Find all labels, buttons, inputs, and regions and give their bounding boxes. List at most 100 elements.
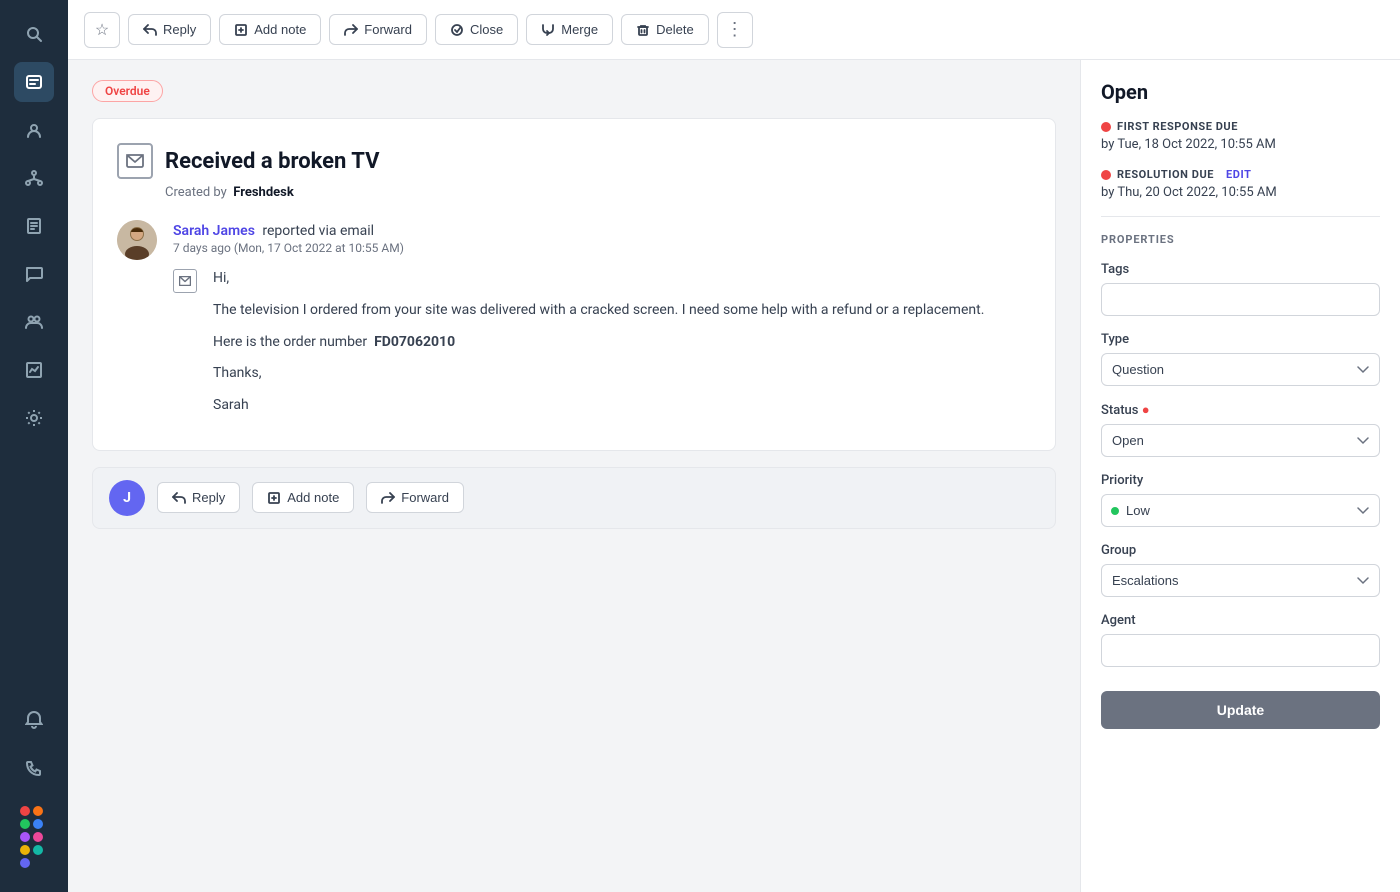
ticket-area: Overdue Received a broken TV Created by … bbox=[68, 60, 1400, 892]
star-button[interactable]: ☆ bbox=[84, 12, 120, 48]
avatar-svg bbox=[117, 220, 157, 260]
forward-button[interactable]: Forward bbox=[329, 14, 427, 45]
reply-bar-add-note-icon bbox=[267, 491, 281, 505]
merge-icon bbox=[541, 23, 555, 37]
message-meta: Sarah James reported via email 7 days ag… bbox=[173, 220, 984, 255]
message-meta-body: Sarah James reported via email 7 days ag… bbox=[173, 220, 984, 426]
group-label: Group bbox=[1101, 543, 1380, 558]
message-body-text: The television I ordered from your site … bbox=[213, 299, 984, 323]
reply-bar-forward-icon bbox=[381, 491, 395, 505]
sidebar-icon-contacts[interactable] bbox=[14, 110, 54, 150]
reply-bar-reply-icon bbox=[172, 491, 186, 505]
created-by-prefix: Created by bbox=[165, 185, 227, 200]
sidebar-icon-reports[interactable] bbox=[14, 350, 54, 390]
message-body: Hi, The television I ordered from your s… bbox=[213, 267, 984, 426]
resolution-edit-link[interactable]: Edit bbox=[1226, 168, 1251, 181]
more-options-button[interactable]: ⋮ bbox=[717, 12, 753, 48]
reply-bar-forward-label: Forward bbox=[401, 490, 449, 505]
message-sign1: Thanks, bbox=[213, 362, 984, 386]
delete-label: Delete bbox=[656, 22, 694, 37]
reply-bar-add-note-label: Add note bbox=[287, 490, 339, 505]
tags-label: Tags bbox=[1101, 262, 1380, 277]
app-switcher-dots[interactable] bbox=[20, 806, 48, 868]
ticket-title: Received a broken TV bbox=[165, 149, 379, 174]
first-response-value: by Tue, 18 Oct 2022, 10:55 AM bbox=[1101, 137, 1380, 152]
sidebar-icon-teams[interactable] bbox=[14, 302, 54, 342]
overdue-badge: Overdue bbox=[92, 80, 163, 102]
created-by: Created by Freshdesk bbox=[165, 185, 1031, 200]
sidebar-icon-org[interactable] bbox=[14, 158, 54, 198]
reply-bar-reply-label: Reply bbox=[192, 490, 225, 505]
reply-bar-forward-button[interactable]: Forward bbox=[366, 482, 464, 513]
more-icon: ⋮ bbox=[726, 19, 744, 40]
main-content: ☆ Reply Add note Forward Close bbox=[68, 0, 1400, 892]
group-field: Group Escalations Support Sales Engineer… bbox=[1101, 543, 1380, 597]
reply-bar-add-note-button[interactable]: Add note bbox=[252, 482, 354, 513]
agent-input[interactable] bbox=[1101, 634, 1380, 667]
priority-label: Priority bbox=[1101, 473, 1380, 488]
message-content-row: Hi, The television I ordered from your s… bbox=[173, 267, 984, 426]
merge-button[interactable]: Merge bbox=[526, 14, 613, 45]
status-field: Status ● Open Pending Resolved Closed bbox=[1101, 402, 1380, 457]
ticket-card: Received a broken TV Created by Freshdes… bbox=[92, 118, 1056, 451]
reply-bar: J Reply Add note For bbox=[92, 467, 1056, 529]
email-small-svg bbox=[179, 276, 191, 286]
message-sign2: Sarah bbox=[213, 394, 984, 418]
resolution-dot bbox=[1101, 170, 1111, 180]
avatar bbox=[117, 220, 157, 260]
resolution-value: by Thu, 20 Oct 2022, 10:55 AM bbox=[1101, 185, 1380, 200]
close-label: Close bbox=[470, 22, 503, 37]
close-button[interactable]: Close bbox=[435, 14, 518, 45]
message-time: 7 days ago (Mon, 17 Oct 2022 at 10:55 AM… bbox=[173, 241, 984, 255]
order-number: FD07062010 bbox=[374, 334, 455, 350]
delete-button[interactable]: Delete bbox=[621, 14, 709, 45]
type-field: Type Question Problem Incident Feature R… bbox=[1101, 332, 1380, 386]
ticket-main: Overdue Received a broken TV Created by … bbox=[68, 60, 1080, 892]
type-select[interactable]: Question Problem Incident Feature Reques… bbox=[1101, 353, 1380, 386]
reply-bar-reply-button[interactable]: Reply bbox=[157, 482, 240, 513]
sidebar-icon-notifications[interactable] bbox=[14, 700, 54, 740]
sidebar-icon-kb[interactable] bbox=[14, 206, 54, 246]
sidebar-icon-chat[interactable] bbox=[14, 254, 54, 294]
panel-status: Open bbox=[1101, 80, 1380, 104]
message-row: Sarah James reported via email 7 days ag… bbox=[117, 220, 1031, 426]
close-icon bbox=[450, 23, 464, 37]
email-icon-box bbox=[117, 143, 153, 179]
reply-icon bbox=[143, 23, 157, 37]
sidebar-icon-phone[interactable] bbox=[14, 748, 54, 788]
first-response-label: FIRST RESPONSE DUE bbox=[1101, 120, 1380, 133]
resolution-label: RESOLUTION DUE Edit bbox=[1101, 168, 1380, 181]
tags-field: Tags bbox=[1101, 262, 1380, 316]
toolbar: ☆ Reply Add note Forward Close bbox=[68, 0, 1400, 60]
forward-icon bbox=[344, 23, 358, 37]
type-label: Type bbox=[1101, 332, 1380, 347]
reply-avatar: J bbox=[109, 480, 145, 516]
status-select[interactable]: Open Pending Resolved Closed bbox=[1101, 424, 1380, 457]
right-panel: Open FIRST RESPONSE DUE by Tue, 18 Oct 2… bbox=[1080, 60, 1400, 892]
sidebar bbox=[0, 0, 68, 892]
delete-icon bbox=[636, 23, 650, 37]
tags-input[interactable] bbox=[1101, 283, 1380, 316]
priority-select[interactable]: Low Medium High Urgent bbox=[1101, 494, 1380, 527]
sidebar-icon-search[interactable] bbox=[14, 14, 54, 54]
add-note-label: Add note bbox=[254, 22, 306, 37]
reply-button[interactable]: Reply bbox=[128, 14, 211, 45]
sidebar-icon-settings[interactable] bbox=[14, 398, 54, 438]
sender-name: Sarah James bbox=[173, 223, 255, 239]
agent-label: Agent bbox=[1101, 613, 1380, 628]
priority-field: Priority Low Medium High Urgent bbox=[1101, 473, 1380, 527]
properties-label: PROPERTIES bbox=[1101, 233, 1380, 246]
resolution-section: RESOLUTION DUE Edit by Thu, 20 Oct 2022,… bbox=[1101, 168, 1380, 200]
reply-label: Reply bbox=[163, 22, 196, 37]
message-greeting: Hi, bbox=[213, 267, 984, 291]
group-select[interactable]: Escalations Support Sales Engineering bbox=[1101, 564, 1380, 597]
message-order: Here is the order number FD07062010 bbox=[213, 331, 984, 355]
created-by-name: Freshdesk bbox=[233, 185, 294, 200]
email-icon bbox=[126, 154, 144, 168]
sidebar-icon-tickets[interactable] bbox=[14, 62, 54, 102]
update-button[interactable]: Update bbox=[1101, 691, 1380, 729]
sender-action: reported via email bbox=[259, 223, 374, 239]
status-label: Status ● bbox=[1101, 402, 1380, 418]
divider bbox=[1101, 216, 1380, 217]
add-note-button[interactable]: Add note bbox=[219, 14, 321, 45]
